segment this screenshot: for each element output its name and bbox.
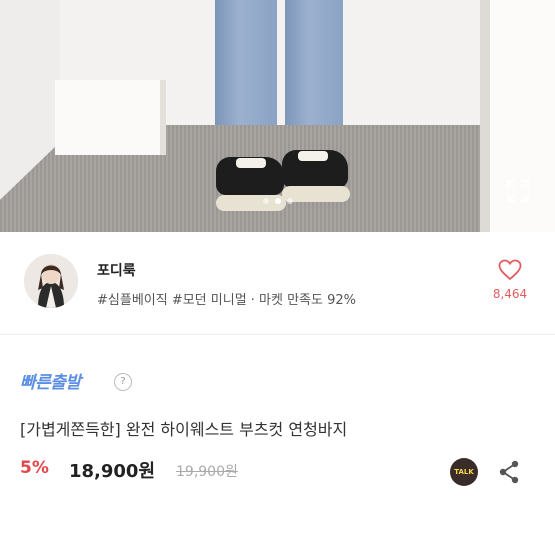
share-icon[interactable] — [497, 459, 521, 485]
sale-price: 18,900원 — [69, 461, 156, 482]
like-count: 8,464 — [492, 287, 528, 301]
carousel-dot[interactable] — [286, 198, 293, 204]
help-icon[interactable]: ? — [114, 373, 132, 391]
like-button[interactable]: 8,464 — [484, 259, 536, 301]
carousel-dot[interactable] — [262, 198, 269, 204]
jeans-right-leg — [285, 0, 343, 125]
seller-avatar[interactable] — [24, 254, 78, 308]
carousel-indicator — [0, 198, 555, 204]
sneaker-lace-right — [298, 151, 328, 161]
fast-delivery-badge: 빠른출발 — [20, 373, 81, 393]
kakao-talk-button[interactable]: TALK — [450, 458, 478, 486]
original-price: 19,900원 — [176, 464, 238, 480]
seller-name[interactable]: 포디룩 — [97, 260, 136, 280]
seller-row[interactable]: 포디룩 #심플베이직 #모던 미니멀 · 마켓 만족도 92% 8,464 — [0, 232, 555, 335]
expand-icon[interactable] — [505, 178, 531, 204]
seller-tags: #심플베이직 #모던 미니멀 · 마켓 만족도 92% — [97, 293, 357, 308]
image-baseboard — [55, 80, 166, 155]
product-title: [가볍게쫀득한] 완전 하이웨스트 부츠컷 연청바지 — [20, 420, 348, 439]
seller-avatar-image — [24, 254, 78, 308]
carousel-dot-active[interactable] — [274, 198, 281, 204]
heart-icon[interactable] — [498, 259, 522, 281]
sneaker-lace-left — [236, 158, 266, 168]
discount-rate: 5% — [20, 458, 49, 478]
jeans-left-leg — [215, 0, 277, 125]
product-image-carousel[interactable] — [0, 0, 555, 232]
